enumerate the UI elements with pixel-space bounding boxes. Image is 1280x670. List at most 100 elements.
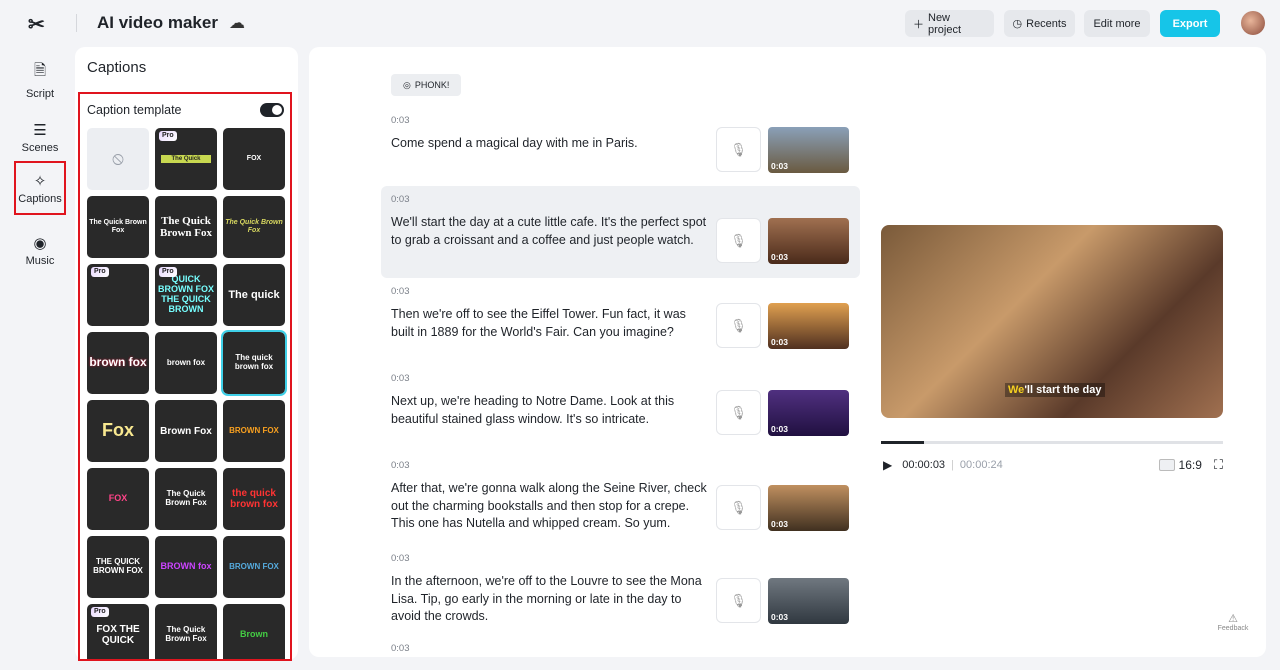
caption-template-tile[interactable]: THE QUICK BROWN FOX: [87, 536, 149, 598]
scene-script-text[interactable]: In the afternoon, we're off to the Louvr…: [391, 573, 711, 626]
caption-template-tile[interactable]: Brown Fox: [155, 400, 217, 462]
avatar[interactable]: [1241, 11, 1265, 35]
total-time: 00:00:24: [959, 459, 1003, 471]
caption-template-tile[interactable]: Pro: [87, 264, 149, 326]
sidebar-item-scenes[interactable]: ☰ Scenes: [14, 110, 66, 164]
template-preview-text: Brown Fox: [160, 425, 212, 437]
caption-template-tile[interactable]: Pro FOX THE QUICK: [87, 604, 149, 659]
fullscreen-icon[interactable]: ⛶: [1214, 457, 1223, 473]
caption-template-tile[interactable]: Brown: [223, 604, 285, 659]
script-item[interactable]: 0:03 Then we're off to see the Eiffel Tow…: [381, 278, 860, 356]
scene-thumbnail[interactable]: 0:03: [768, 218, 849, 264]
caption-template-tile[interactable]: The Quick Brown Fox: [223, 196, 285, 258]
caption-template-tile[interactable]: Pro The Quick: [155, 128, 217, 190]
scene-duration: 0:03: [391, 286, 410, 297]
pro-badge: Pro: [91, 267, 109, 277]
voiceover-button[interactable]: 🎙︎: [716, 390, 761, 435]
scene-script-text[interactable]: Then we're off to see the Eiffel Tower. …: [391, 306, 711, 341]
scene-script-text[interactable]: After that, we're gonna walk along the S…: [391, 480, 711, 533]
feedback-label: Feedback: [1217, 625, 1249, 632]
sidebar-item-captions[interactable]: ✧ Captions: [14, 161, 66, 215]
caption-template-tile[interactable]: BROWN fox: [155, 536, 217, 598]
recents-label: Recents: [1026, 17, 1067, 30]
script-icon: 🗎: [33, 62, 47, 79]
caption-template-tile[interactable]: BROWN FOX: [223, 536, 285, 598]
voiceover-button[interactable]: 🎙︎: [716, 303, 761, 348]
voiceover-button[interactable]: 🎙︎: [716, 127, 761, 172]
template-preview-text: QUICK BROWN FOX THE QUICK BROWN: [158, 274, 214, 314]
template-none[interactable]: ⦸: [87, 128, 149, 190]
template-preview-text: The Quick Brown Fox: [159, 214, 213, 239]
caption-template-tile[interactable]: FOX: [87, 468, 149, 530]
cloud-icon[interactable]: ☁: [229, 13, 245, 33]
template-preview-text: BROWN fox: [160, 561, 212, 572]
music-tag[interactable]: ◎ PHONK!: [391, 74, 462, 96]
voiceover-button[interactable]: 🎙︎: [716, 218, 761, 263]
edit-more-button[interactable]: Edit more: [1084, 10, 1150, 37]
template-preview-text: The Quick Brown Fox: [165, 489, 207, 507]
template-preview-text: The Quick: [161, 154, 211, 164]
caption-template-tile[interactable]: the quick brown fox: [223, 468, 285, 530]
export-button[interactable]: Export: [1160, 10, 1220, 37]
scene-duration: 0:03: [391, 460, 410, 471]
video-preview[interactable]: We'll start the day: [881, 225, 1223, 418]
capcut-logo-icon[interactable]: ✂: [28, 12, 45, 37]
sidebar-item-music[interactable]: ◉ Music: [14, 223, 66, 277]
sidebar-item-label: Scenes: [21, 141, 59, 154]
thumbnail-duration: 0:03: [771, 519, 789, 529]
aspect-ratio-icon[interactable]: [1158, 459, 1175, 471]
play-icon[interactable]: ▶: [883, 458, 892, 472]
scene-script-text[interactable]: We'll start the day at a cute little caf…: [391, 214, 711, 249]
scene-thumbnail[interactable]: 0:03: [768, 303, 849, 349]
player-controls: ▶ 00:00:03 | 00:00:24 16:9 ⛶: [881, 457, 1223, 473]
voiceover-button[interactable]: 🎙︎: [716, 485, 761, 530]
caption-template-tile[interactable]: The Quick Brown Fox: [155, 196, 217, 258]
pro-badge: Pro: [91, 607, 109, 617]
caption-template-tile[interactable]: brown fox: [155, 332, 217, 394]
scene-script-text[interactable]: Next up, we're heading to Notre Dame. Lo…: [391, 393, 711, 428]
captions-icon: ✧: [33, 172, 47, 190]
script-item[interactable]: 0:03 In the afternoon, we're off to the L…: [381, 545, 860, 639]
scene-thumbnail[interactable]: 0:03: [768, 485, 849, 531]
sidebar-item-script[interactable]: 🗎 Script: [14, 53, 66, 107]
feedback-icon: ⚠: [1228, 613, 1238, 625]
script-item[interactable]: 0:03 After that, we're gonna walk along t…: [381, 452, 860, 546]
voice-icon: 🎙︎: [730, 232, 747, 248]
caption-template-tile[interactable]: brown fox: [87, 332, 149, 394]
script-item[interactable]: 0:03 Come spend a magical day with me in …: [381, 107, 860, 175]
caption-template-tile[interactable]: BROWN FOX: [223, 400, 285, 462]
scene-duration: 0:03: [391, 115, 410, 126]
caption-template-tile[interactable]: The Quick Brown Fox: [155, 604, 217, 659]
template-preview-text: BROWN FOX: [229, 561, 279, 571]
thumbnail-duration: 0:03: [771, 252, 789, 262]
no-caption-icon: ⦸: [112, 148, 124, 169]
caption-template-toggle[interactable]: [260, 103, 284, 117]
clock-icon: ◷: [1012, 18, 1023, 30]
feedback-button[interactable]: ⚠ Feedback: [1214, 604, 1252, 640]
script-item[interactable]: 0:03: [381, 635, 860, 657]
caption-template-tile[interactable]: The quick brown fox: [221, 330, 287, 396]
scene-thumbnail[interactable]: 0:03: [768, 390, 849, 436]
caption-template-tile[interactable]: The quick: [223, 264, 285, 326]
voiceover-button[interactable]: 🎙︎: [716, 578, 761, 623]
caption-template-tile[interactable]: Pro QUICK BROWN FOX THE QUICK BROWN: [155, 264, 217, 326]
caption-template-tile[interactable]: The Quick Brown Fox: [155, 468, 217, 530]
scene-script-text[interactable]: Come spend a magical day with me in Pari…: [391, 135, 711, 153]
script-item[interactable]: 0:03 Next up, we're heading to Notre Dame…: [381, 365, 860, 443]
scene-thumbnail[interactable]: 0:03: [768, 127, 849, 173]
caption-template-tile[interactable]: The Quick Brown Fox: [87, 196, 149, 258]
music-icon: ◎: [403, 79, 411, 90]
caption-template-tile[interactable]: FOX: [223, 128, 285, 190]
progress-bar[interactable]: [881, 441, 1223, 444]
scene-thumbnail[interactable]: 0:03: [768, 578, 849, 624]
recents-button[interactable]: ◷ Recents: [1004, 10, 1075, 37]
scene-duration: 0:03: [391, 194, 410, 205]
top-bar: ✂ AI video maker ☁ ＋ New project ◷ Recents…: [0, 0, 1280, 46]
new-project-button[interactable]: ＋ New project: [905, 10, 994, 37]
caption-template-tile[interactable]: Fox: [87, 400, 149, 462]
script-item[interactable]: 0:03 We'll start the day at a cute little…: [381, 186, 860, 278]
aspect-ratio-button[interactable]: 16:9: [1179, 458, 1202, 472]
template-preview-text: FOX: [246, 155, 262, 163]
thumbnail-duration: 0:03: [771, 337, 789, 347]
voice-icon: 🎙︎: [730, 404, 747, 420]
